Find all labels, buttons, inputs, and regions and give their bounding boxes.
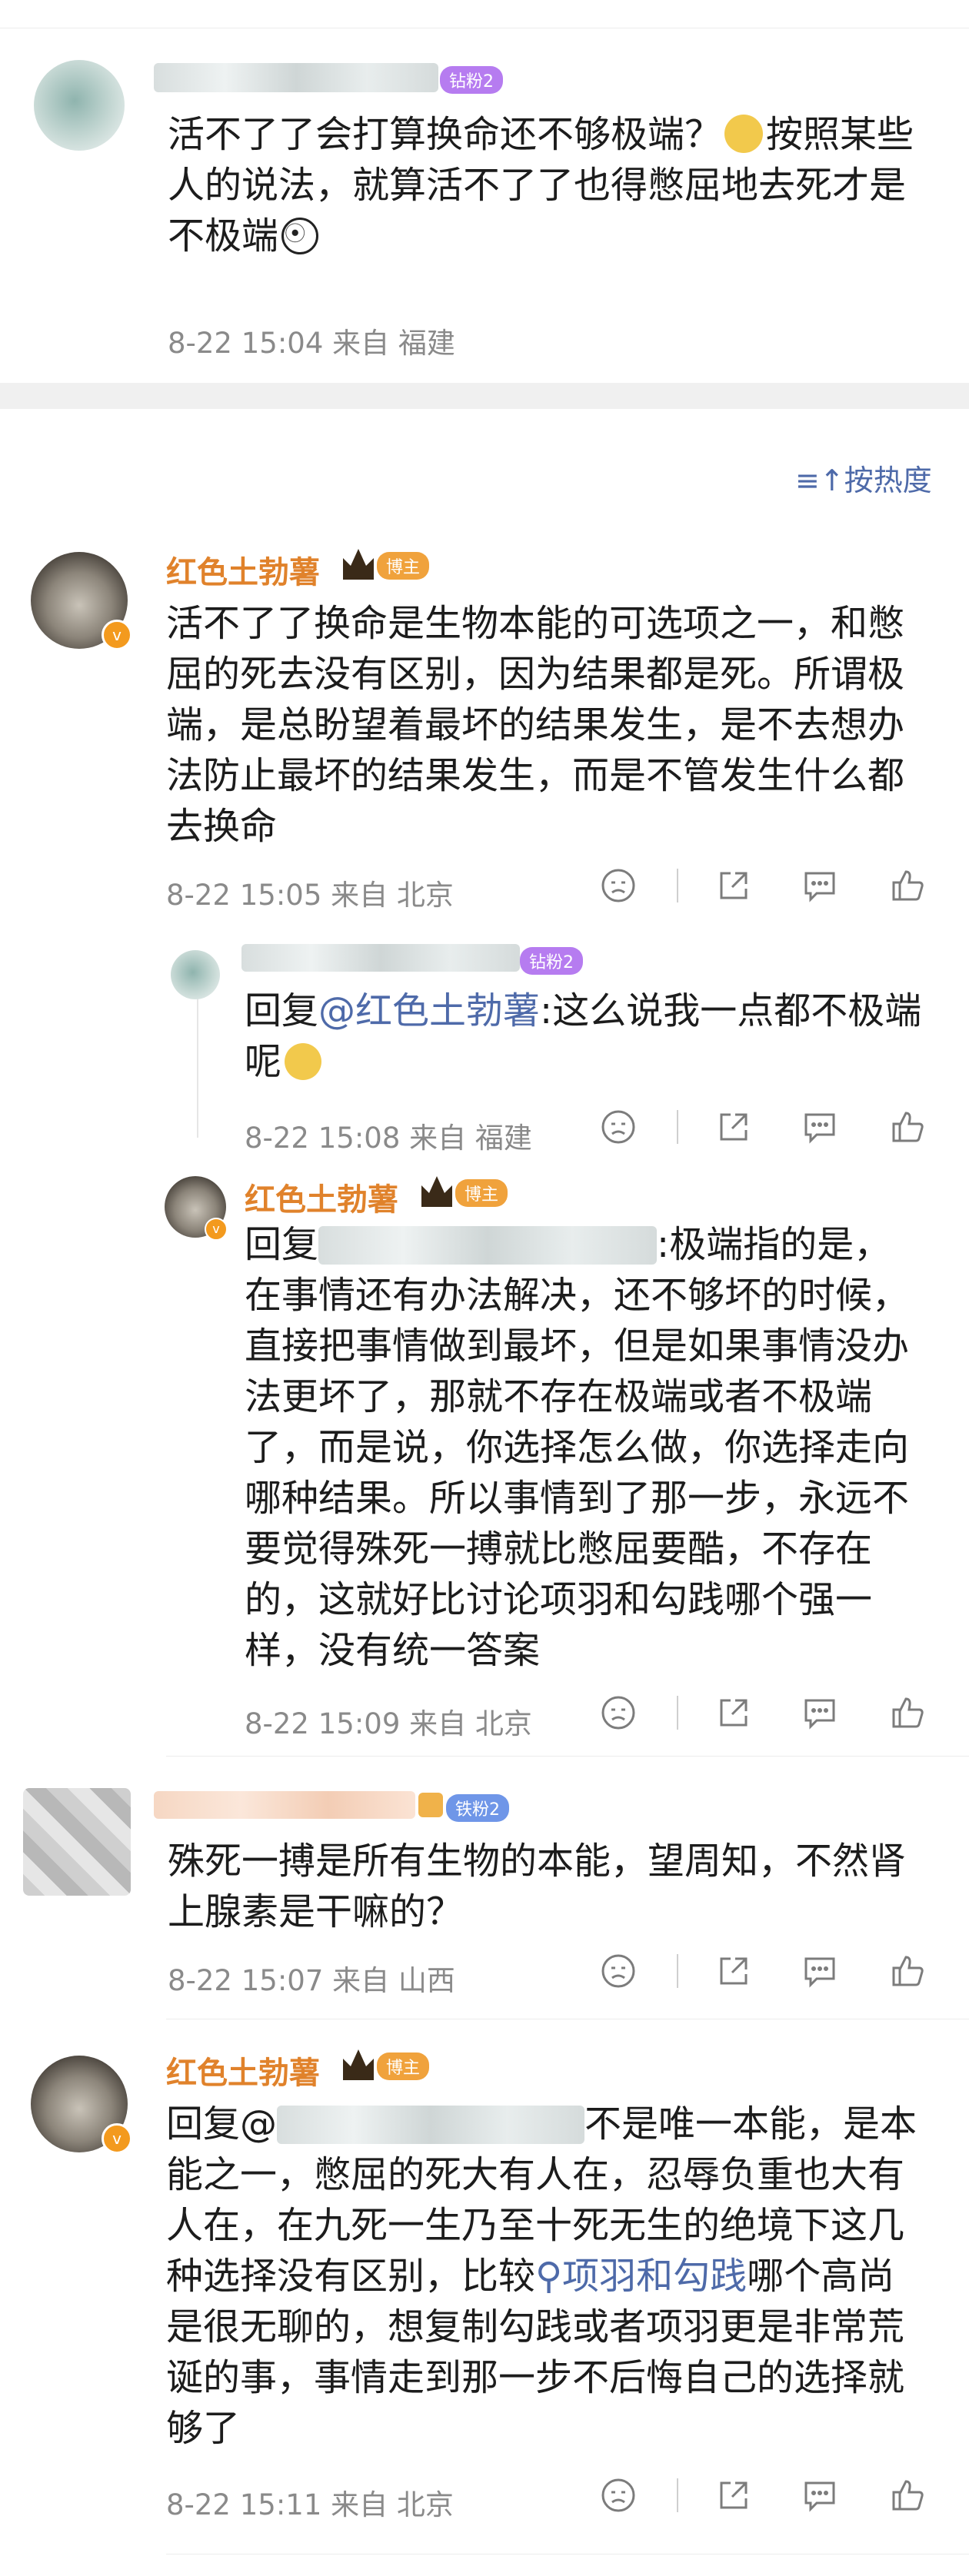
comment-text: 活不了了会打算换命还不够极端？ 按照某些人的说法，就算活不了了也得憋屈地去死才是不… <box>168 113 914 258</box>
iron-fan-icon <box>418 1793 443 1817</box>
verified-icon: v <box>102 2123 132 2154</box>
username[interactable]: 红色土勃薯 <box>166 547 320 592</box>
comment-meta: 8-22 15:11 来自 北京 <box>166 2488 454 2521</box>
blogger-badge: 博主 <box>377 2052 430 2080</box>
search-icon: ⚲ <box>535 2255 563 2298</box>
mention-blurred[interactable] <box>318 1226 658 1265</box>
dislike-icon[interactable] <box>600 1953 637 1993</box>
comment-icon[interactable] <box>801 2477 838 2517</box>
share-icon[interactable] <box>715 2477 752 2517</box>
verified-icon: v <box>102 620 132 650</box>
reply-text: 回复@红色土勃薯:这么说我一点都不极端呢 <box>245 989 922 1083</box>
sort-icon: ≡↑ <box>795 464 844 497</box>
like-icon[interactable] <box>889 1109 926 1148</box>
action-divider <box>677 1110 678 1144</box>
comment-meta: 8-22 15:05 来自 北京 <box>166 879 454 912</box>
verified-icon: v <box>205 1218 228 1241</box>
username[interactable]: 红色土勃薯 <box>245 1175 398 1219</box>
comment-text: 殊死一搏是所有生物的本能，望周知，不然肾上腺素是干嘛的？ <box>168 1840 907 1933</box>
share-icon[interactable] <box>715 1694 752 1734</box>
comment-text: 回复@ 不是唯一本能，是本能之一，憋屈的死大有人在，忍辱负重也大有人在，在九死一生… <box>166 2102 917 2450</box>
blogger-badge: 博主 <box>455 1179 508 1207</box>
dislike-icon[interactable] <box>600 1694 637 1734</box>
mention-blurred[interactable] <box>277 2106 585 2144</box>
comment-text: 活不了了换命是生物本能的可选项之一，和憋屈的死去没有区别，因为结果都是死。所谓极… <box>166 602 905 848</box>
like-icon[interactable] <box>889 1953 926 1993</box>
action-divider <box>677 2478 678 2512</box>
fan-badge: 铁粉2 <box>446 1794 509 1822</box>
username-blurred[interactable] <box>154 1791 415 1819</box>
share-icon[interactable] <box>715 1953 752 1993</box>
username-blurred[interactable] <box>241 944 520 972</box>
crown-icon <box>343 2049 374 2080</box>
dislike-icon[interactable] <box>600 867 637 907</box>
username[interactable]: 红色土勃薯 <box>166 2048 320 2092</box>
avatar[interactable] <box>34 60 125 151</box>
crown-icon <box>421 1176 452 1207</box>
topic-link[interactable]: ⚲项羽和勾践 <box>535 2255 747 2298</box>
comment-icon[interactable] <box>801 867 838 907</box>
reply-1: 钻粉2 回复@红色土勃薯:这么说我一点都不极端呢 8-22 15:08 来自 福… <box>0 938 969 1168</box>
reply-meta: 8-22 15:09 来自 北京 <box>245 1707 532 1740</box>
comment-1: 钻粉2 活不了了会打算换命还不够极端？ 按照某些人的说法，就算活不了了也得憋屈地去… <box>0 38 969 369</box>
action-divider <box>677 1696 678 1730</box>
section-gap <box>0 383 969 409</box>
avatar[interactable] <box>23 1788 131 1896</box>
mention-link[interactable]: @红色土勃薯 <box>318 989 540 1032</box>
panda-emoji-icon <box>281 218 319 254</box>
comment-meta: 8-22 15:04 来自 福建 <box>168 327 455 360</box>
crown-icon <box>343 549 374 580</box>
username-blurred[interactable] <box>154 63 438 92</box>
reply-text: 回复:极端指的是， 在事情还有办法解决，还不够坏的时候，直接把事情做到最坏，但是如… <box>245 1223 910 1672</box>
doge-emoji-icon <box>724 115 764 153</box>
comment-meta: 8-22 15:07 来自 山西 <box>168 1964 455 1997</box>
like-icon[interactable] <box>889 1694 926 1734</box>
comment-2: v 红色土勃薯 博主 活不了了换命是生物本能的可选项之一，和憋屈的死去没有区别，… <box>0 538 969 922</box>
like-icon[interactable] <box>889 2477 926 2517</box>
share-icon[interactable] <box>715 1109 752 1148</box>
dislike-icon[interactable] <box>600 2477 637 2517</box>
comment-3: 铁粉2 殊死一搏是所有生物的本能，望周知，不然肾上腺素是干嘛的？ 8-22 15… <box>0 1768 969 2022</box>
action-divider <box>677 869 678 902</box>
sort-toggle[interactable]: ≡↑按热度 <box>795 457 932 499</box>
avatar[interactable] <box>171 950 220 999</box>
reply-meta: 8-22 15:08 来自 福建 <box>245 1122 532 1155</box>
fan-badge: 钻粉2 <box>440 66 503 94</box>
dislike-icon[interactable] <box>600 1109 637 1148</box>
comment-4: v 红色土勃薯 博主 回复@ 不是唯一本能，是本能之一，憋屈的死大有人在，忍辱负重… <box>0 2037 969 2521</box>
fan-badge: 钻粉2 <box>520 947 583 975</box>
comment-icon[interactable] <box>801 1109 838 1148</box>
like-icon[interactable] <box>889 867 926 907</box>
action-divider <box>677 1954 678 1988</box>
comment-icon[interactable] <box>801 1953 838 1993</box>
doge-emoji-icon <box>285 1043 322 1080</box>
share-icon[interactable] <box>715 867 752 907</box>
comment-icon[interactable] <box>801 1694 838 1734</box>
blogger-badge: 博主 <box>377 552 430 580</box>
reply-2: v 红色土勃薯 博主 回复:极端指的是， 在事情还有办法解决，还不够坏的时候，直接… <box>0 1168 969 1753</box>
divider <box>166 1756 969 1757</box>
